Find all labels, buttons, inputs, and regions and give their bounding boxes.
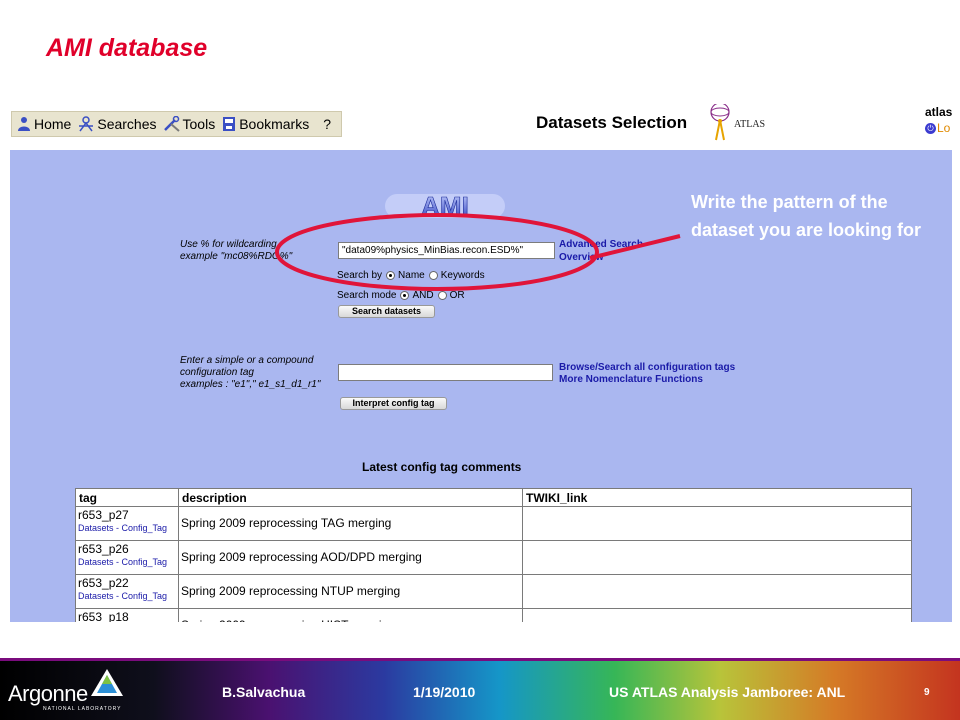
callout-pointer [589, 234, 681, 260]
highlight-ellipse [275, 213, 599, 291]
annotation-overlay [275, 213, 681, 291]
argonne-logo [91, 669, 123, 696]
slide-number: 9 [924, 687, 930, 698]
footer-event: US ATLAS Analysis Jamboree: ANL [609, 684, 846, 700]
footer-top-line [0, 658, 960, 661]
argonne-subtitle: NATIONAL LABORATORY [43, 706, 122, 712]
argonne-wordmark: Argonne [8, 681, 88, 706]
callout-text: Write the pattern of the dataset you are… [691, 192, 922, 240]
footer-author: B.Salvachua [222, 684, 306, 700]
footer-date: 1/19/2010 [413, 684, 476, 700]
